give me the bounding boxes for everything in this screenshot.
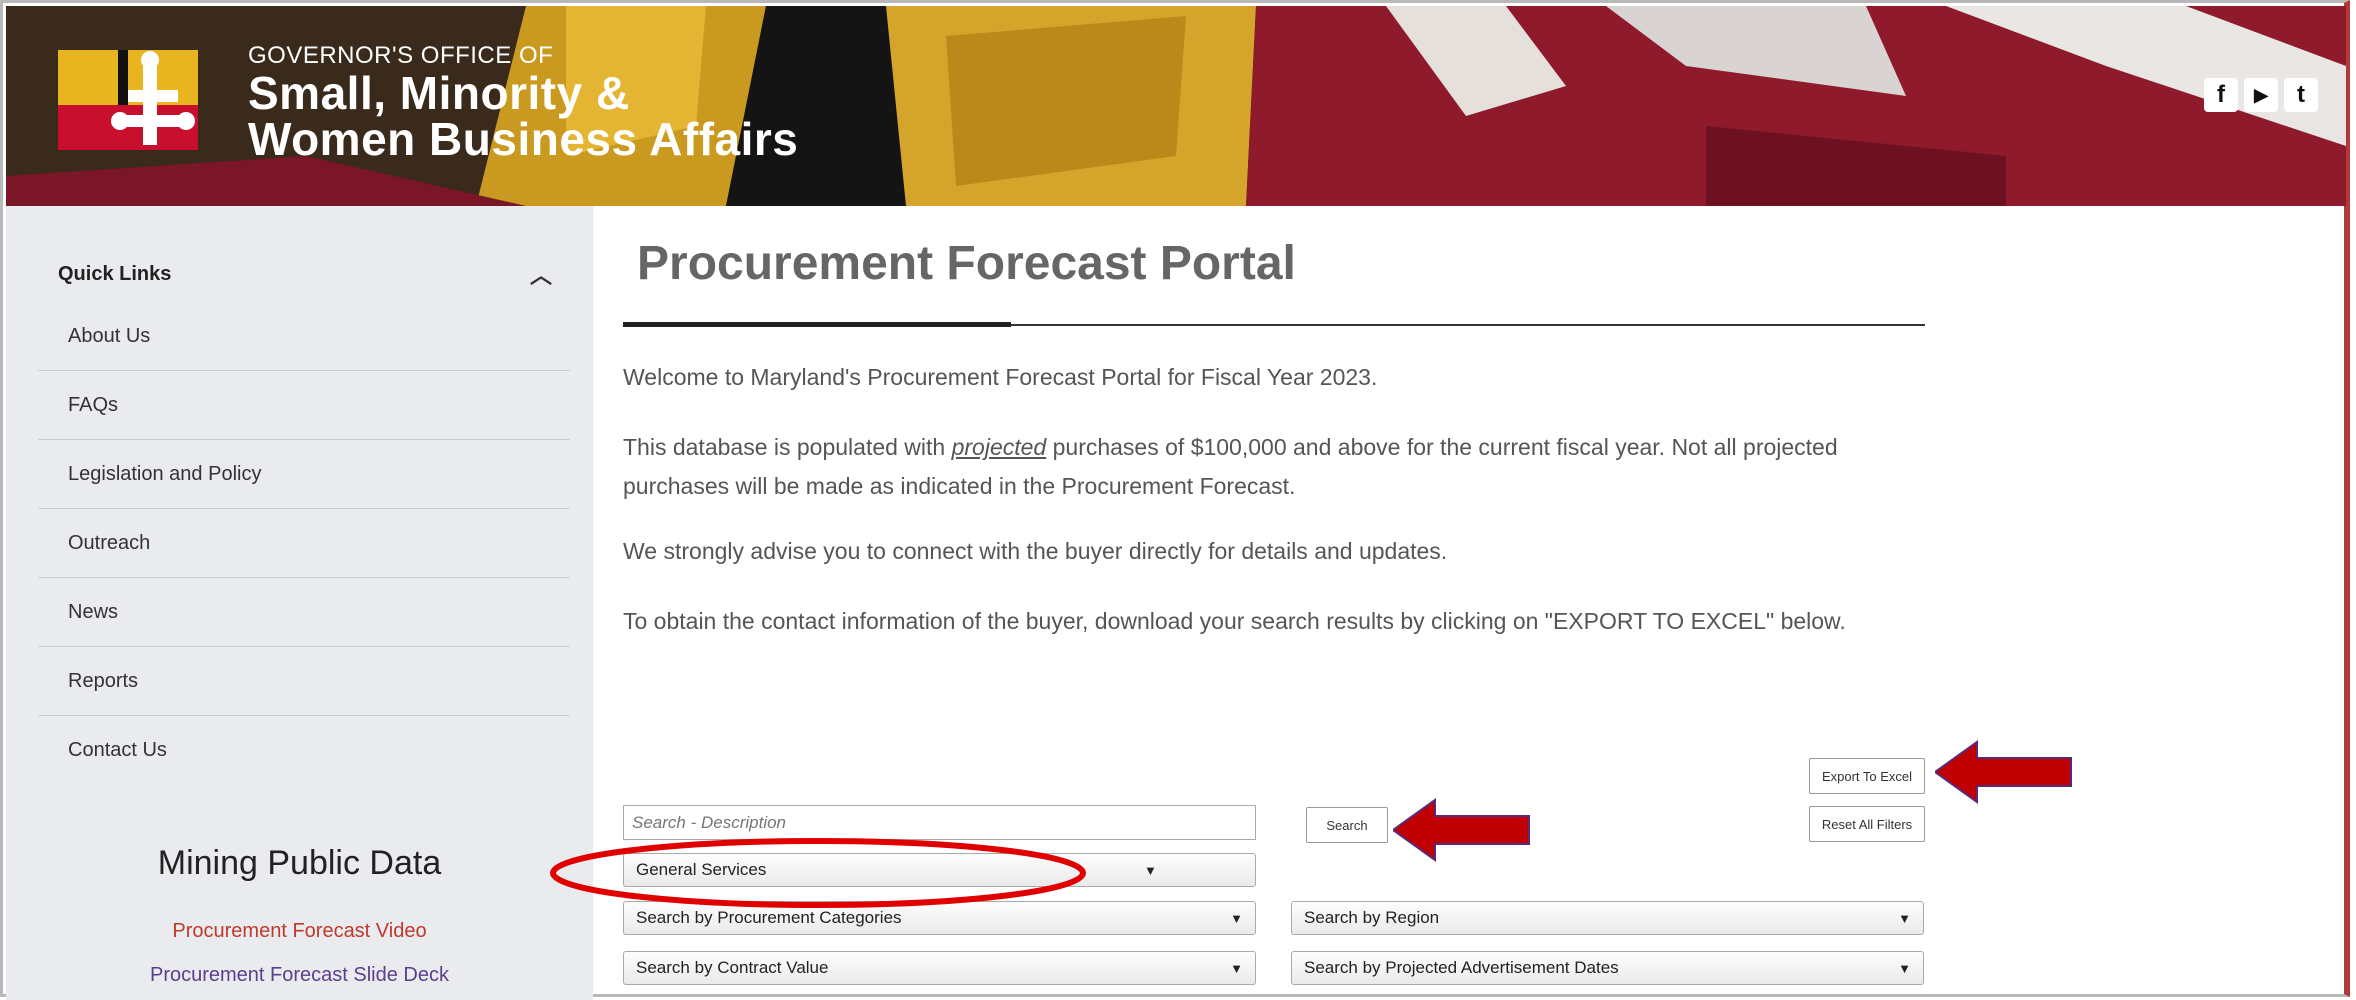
sidebar-item-faqs[interactable]: FAQs: [38, 371, 570, 440]
advice-text: We strongly advise you to connect with t…: [623, 538, 1448, 564]
twitter-icon[interactable]: t: [2284, 78, 2318, 112]
mining-public-data-title: Mining Public Data: [157, 844, 442, 882]
youtube-icon[interactable]: ▶: [2244, 78, 2278, 112]
procurement-categories-value: Search by Procurement Categories: [636, 908, 902, 927]
sidebar-item-outreach[interactable]: Outreach: [38, 509, 570, 578]
annotation-arrow-export: [1935, 740, 2072, 804]
advertisement-dates-value: Search by Projected Advertisement Dates: [1304, 958, 1619, 977]
contract-value-select[interactable]: Search by Contract Value ▼: [623, 951, 1256, 985]
sidebar-item-reports[interactable]: Reports: [38, 647, 570, 716]
office-title-line-2: Women Business Affairs: [248, 113, 799, 165]
sidebar-item-legislation[interactable]: Legislation and Policy: [38, 440, 570, 509]
procurement-video-link[interactable]: Procurement Forecast Video: [6, 920, 593, 943]
contract-value-value: Search by Contract Value: [636, 958, 829, 977]
chevron-down-icon: ▼: [1230, 960, 1243, 976]
quick-links-header[interactable]: Quick Links ︿: [58, 254, 558, 294]
search-button[interactable]: Search: [1306, 807, 1388, 843]
title-divider-accent: [623, 322, 1011, 327]
advertisement-dates-select[interactable]: Search by Projected Advertisement Dates …: [1291, 951, 1924, 985]
database-description: This database is populated with projecte…: [623, 428, 1933, 506]
reset-all-filters-button[interactable]: Reset All Filters: [1809, 806, 1925, 842]
maryland-logo: [58, 50, 198, 150]
sidebar-item-contact-us[interactable]: Contact Us: [38, 716, 570, 785]
annotation-arrow-search: [1393, 798, 1530, 862]
procurement-slide-deck-link[interactable]: Procurement Forecast Slide Deck: [6, 964, 593, 987]
office-brand: GOVERNOR'S OFFICE OF Small, Minority & W…: [248, 42, 798, 162]
chevron-down-icon: ▼: [1144, 862, 1157, 878]
projected-link[interactable]: projected: [952, 434, 1047, 460]
chevron-down-icon: ▼: [1230, 910, 1243, 926]
region-value: Search by Region: [1304, 908, 1440, 927]
office-title-line-1: Small, Minority &: [248, 67, 630, 119]
social-links: f ▶ t: [2204, 78, 2318, 112]
chevron-up-icon[interactable]: ︿: [530, 258, 552, 290]
site-header: GOVERNOR'S OFFICE OF Small, Minority & W…: [6, 6, 2346, 206]
chevron-down-icon: ▼: [1898, 910, 1911, 926]
contact-info-text: To obtain the contact information of the…: [623, 608, 1846, 634]
search-description-input[interactable]: [623, 805, 1256, 840]
sidebar: Quick Links ︿ About Us FAQs Legislation …: [6, 206, 593, 1000]
annotation-ellipse: [550, 838, 1086, 908]
export-to-excel-button[interactable]: Export To Excel: [1809, 758, 1925, 794]
office-line: GOVERNOR'S OFFICE OF: [248, 42, 554, 69]
quick-links-label: Quick Links: [58, 262, 172, 285]
quick-links-list: About Us FAQs Legislation and Policy Out…: [38, 302, 570, 785]
database-description-start: This database is populated with: [623, 434, 952, 460]
region-select[interactable]: Search by Region ▼: [1291, 901, 1924, 935]
sidebar-item-news[interactable]: News: [38, 578, 570, 647]
page-title: Procurement Forecast Portal: [637, 237, 1296, 290]
welcome-text: Welcome to Maryland's Procurement Foreca…: [623, 364, 1378, 390]
facebook-icon[interactable]: f: [2204, 78, 2238, 112]
chevron-down-icon: ▼: [1898, 960, 1911, 976]
sidebar-item-about-us[interactable]: About Us: [38, 302, 570, 371]
